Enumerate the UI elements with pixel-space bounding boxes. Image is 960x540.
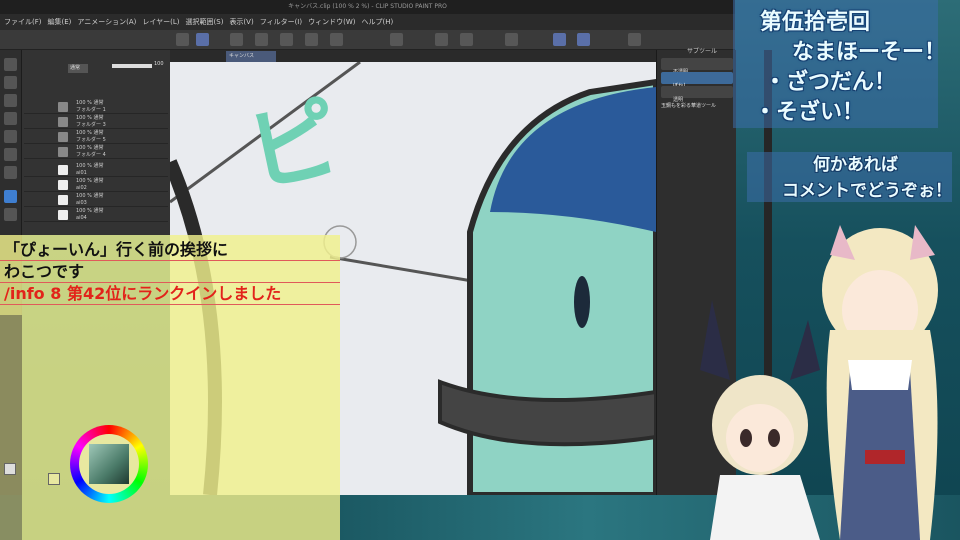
- window-title: キャンバス.clip (100 % 2 %) - CLIP STUDIO PAI…: [0, 0, 735, 14]
- menu-edit[interactable]: 編集(E): [48, 17, 72, 27]
- opacity-value[interactable]: 100: [154, 61, 164, 67]
- canvas-tab[interactable]: キャンバス: [226, 51, 276, 62]
- sub-tool-item[interactable]: 不透明: [661, 58, 733, 75]
- move-layer-icon[interactable]: [4, 112, 17, 125]
- zoom-icon[interactable]: [4, 58, 17, 71]
- dhole-avatar: [700, 300, 820, 540]
- pencil-icon[interactable]: [4, 190, 17, 203]
- title-line: ・そざい！: [753, 99, 864, 125]
- title-line: ・ざつだん！: [763, 69, 896, 95]
- menu-filter[interactable]: フィルター(I): [260, 17, 302, 27]
- layer-row[interactable]: 100 % 通常 フォルダー 5: [24, 130, 168, 144]
- layer-row[interactable]: 100 % 通常 ai02: [24, 178, 168, 192]
- grid-icon[interactable]: [628, 33, 641, 46]
- menu-view[interactable]: 表示(V): [229, 17, 253, 27]
- operation-icon[interactable]: [4, 94, 17, 107]
- menu-file[interactable]: ファイル(F): [4, 17, 42, 27]
- layer-row[interactable]: 100 % 通常 フォルダー 3: [24, 115, 168, 129]
- main-color-swatch[interactable]: [48, 473, 60, 485]
- character-avatars: [700, 225, 938, 540]
- chat-system-message: /info 8 第42位にランクインしました: [0, 283, 340, 305]
- save-icon[interactable]: [280, 33, 293, 46]
- redo-icon[interactable]: [330, 33, 343, 46]
- command-bar: [0, 30, 735, 50]
- layer-row[interactable]: 100 % 通常 フォルダー 4: [24, 145, 168, 159]
- menu-layer[interactable]: レイヤー(L): [142, 17, 179, 27]
- title-line: なまほーそー！: [791, 39, 946, 65]
- brush-icon[interactable]: [4, 208, 17, 221]
- sub-tool-item[interactable]: 透明: [661, 86, 733, 103]
- fill-icon[interactable]: [460, 33, 473, 46]
- transform-icon[interactable]: [435, 33, 448, 46]
- alpaca-avatar: [822, 225, 938, 540]
- select-icon[interactable]: [196, 33, 209, 46]
- menu-icon[interactable]: [176, 33, 189, 46]
- layer-panel: 通常 100 100 % 通常 フォルダー 1 100 % 通常 フォルダー 3 1…: [22, 50, 170, 235]
- sub-color-swatch[interactable]: [4, 463, 16, 475]
- chat-message: 「ぴょーいん」行く前の挨拶に: [0, 239, 340, 261]
- menu-select[interactable]: 選択範囲(S): [186, 17, 224, 27]
- layer-row[interactable]: 100 % 通常 フォルダー 1: [24, 100, 168, 114]
- stream-title: 第伍拾壱回 なまほーそー！ ・ざつだん！ ・そざい！: [735, 0, 960, 130]
- chat-message: わこつです: [0, 261, 340, 283]
- character-eye: [574, 276, 590, 328]
- tool-palette-lower: [0, 315, 22, 540]
- new-icon[interactable]: [230, 33, 243, 46]
- canvas-tab-bar: キャンバス: [170, 50, 656, 62]
- title-line: 第伍拾壱回: [759, 9, 870, 35]
- undo-icon[interactable]: [305, 33, 318, 46]
- open-icon[interactable]: [255, 33, 268, 46]
- menu-bar: ファイル(F) 編集(E) アニメーション(A) レイヤー(L) 選択範囲(S)…: [0, 14, 735, 30]
- eyedropper-icon[interactable]: [4, 148, 17, 161]
- layer-row[interactable]: 100 % 通常 ai03: [24, 193, 168, 207]
- menu-window[interactable]: ウィンドウ(W): [308, 17, 355, 27]
- pen-icon[interactable]: [4, 166, 17, 179]
- color-wheel[interactable]: [70, 425, 148, 503]
- brush-preset-label[interactable]: 玉鋼もを彩る華道ツール: [661, 102, 716, 109]
- sub-tool-tab[interactable]: サブツール: [687, 46, 717, 55]
- selection-icon[interactable]: [4, 130, 17, 143]
- clear-icon[interactable]: [390, 33, 403, 46]
- character-hair: [490, 87, 656, 232]
- ruler-snap-icon[interactable]: [553, 33, 566, 46]
- layer-row[interactable]: 100 % 通常 ai04: [24, 208, 168, 222]
- note-line: コメントでどうぞぉ！: [782, 181, 952, 201]
- note-line: 何かあれば: [813, 155, 898, 175]
- chat-overlay: 「ぴょーいん」行く前の挨拶に わこつです /info 8 第42位にランクインし…: [0, 235, 340, 540]
- snap-icon[interactable]: [505, 33, 518, 46]
- sub-tool-item[interactable]: ぼかし: [661, 72, 733, 89]
- opacity-slider[interactable]: [112, 64, 152, 68]
- blend-mode-select[interactable]: 通常: [68, 64, 88, 73]
- special-ruler-icon[interactable]: [577, 33, 590, 46]
- menu-help[interactable]: ヘルプ(H): [361, 17, 393, 27]
- layer-row[interactable]: 100 % 通常 ai01: [24, 163, 168, 177]
- color-saturation-square[interactable]: [89, 444, 129, 484]
- menu-animation[interactable]: アニメーション(A): [77, 17, 136, 27]
- move-icon[interactable]: [4, 76, 17, 89]
